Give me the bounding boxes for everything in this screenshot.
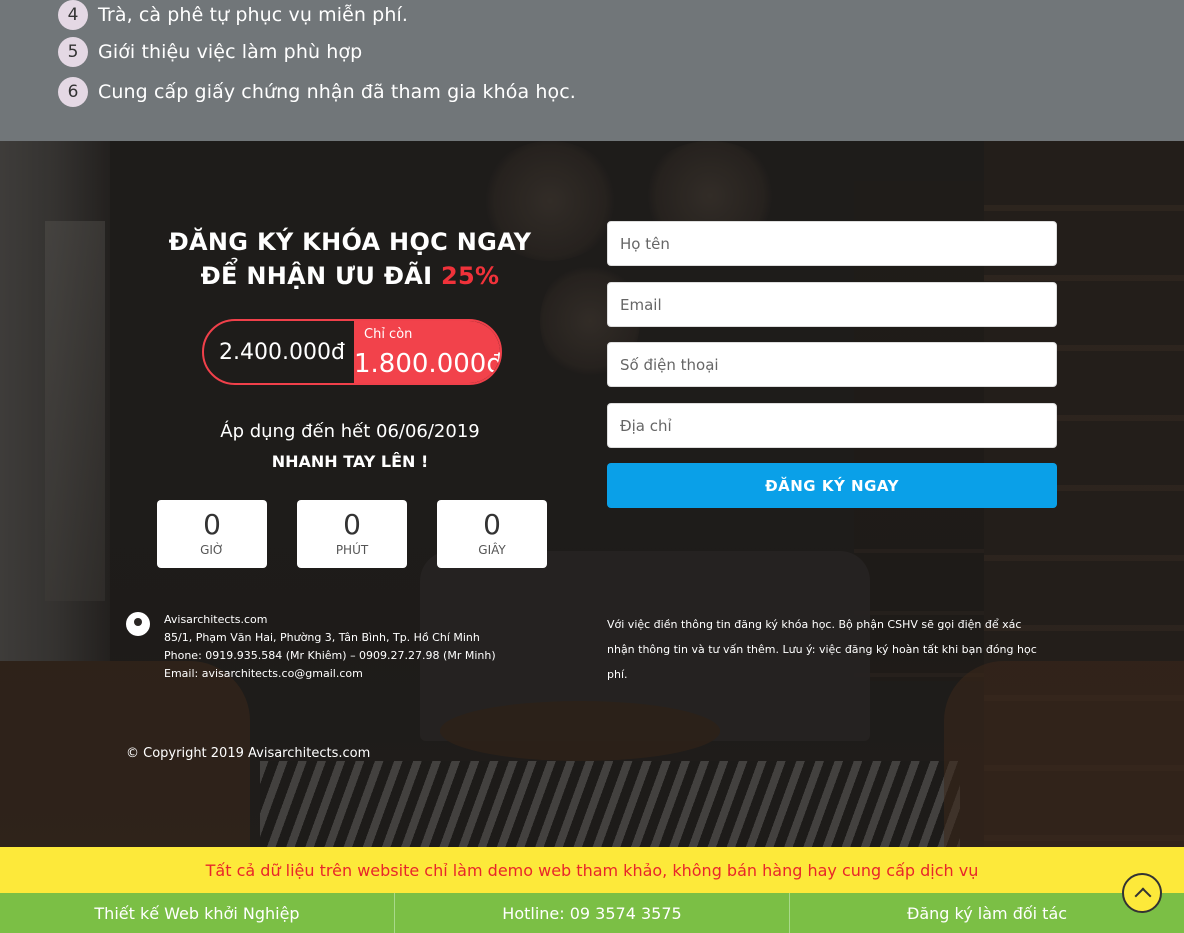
new-price: 1.800.000đ: [354, 349, 502, 379]
location-pin-icon: [126, 612, 150, 636]
benefits-section: 4 Trà, cà phê tự phục vụ miễn phí. 5 Giớ…: [0, 0, 1184, 141]
benefit-text: Trà, cà phê tự phục vụ miễn phí.: [98, 4, 408, 26]
contact-info: Avisarchitects.com 85/1, Phạm Văn Hai, P…: [126, 611, 496, 683]
benefit-text: Giới thiệu việc làm phù hợp: [98, 41, 363, 63]
web-startup-link[interactable]: Thiết kế Web khởi Nghiệp: [0, 893, 395, 933]
promo-headline: ĐĂNG KÝ KHÓA HỌC NGAY ĐỂ NHẬN ƯU ĐÃI 25%: [120, 225, 580, 293]
address-input[interactable]: [607, 403, 1057, 448]
promo-line-2: ĐỂ NHẬN ƯU ĐÃI 25%: [120, 259, 580, 293]
benefit-number: 4: [58, 0, 88, 30]
demo-notice-text: Tất cả dữ liệu trên website chỉ làm demo…: [205, 860, 979, 880]
benefit-item: 5 Giới thiệu việc làm phù hợp: [58, 37, 362, 67]
contact-address: 85/1, Phạm Văn Hai, Phường 3, Tân Bình, …: [164, 631, 480, 644]
promo-line-2-text: ĐỂ NHẬN ƯU ĐÃI: [200, 262, 433, 290]
contact-email: Email: avisarchitects.co@gmail.com: [164, 667, 363, 680]
promo-line-1: ĐĂNG KÝ KHÓA HỌC NGAY: [168, 228, 532, 256]
countdown-unit: PHÚT: [335, 543, 369, 557]
copyright-text: © Copyright 2019 Avisarchitects.com: [126, 746, 371, 761]
new-price-label: Chỉ còn: [364, 327, 413, 342]
discount-percent: 25%: [441, 262, 500, 290]
name-input[interactable]: [607, 221, 1057, 266]
countdown-unit: GIÂY: [478, 543, 506, 557]
old-price: 2.400.000đ: [219, 339, 345, 365]
price-box: 2.400.000đ Chỉ còn 1.800.000đ: [202, 319, 502, 385]
registration-note: Với việc điền thông tin đăng ký khóa học…: [607, 618, 1037, 681]
benefit-text: Cung cấp giấy chứng nhận đã tham gia khó…: [98, 81, 576, 103]
contact-phone: Phone: 0919.935.584 (Mr Khiêm) – 0909.27…: [164, 649, 496, 662]
new-price-box: Chỉ còn 1.800.000đ: [354, 321, 500, 383]
countdown-hours: 0 GIỜ: [157, 500, 267, 568]
phone-input[interactable]: [607, 342, 1057, 387]
register-button[interactable]: ĐĂNG KÝ NGAY: [607, 463, 1057, 508]
countdown-value: 0: [483, 508, 501, 541]
benefit-number: 5: [58, 37, 88, 67]
countdown-value: 0: [203, 508, 221, 541]
email-input[interactable]: [607, 282, 1057, 327]
hotline-link[interactable]: Hotline: 09 3574 3575: [395, 893, 790, 933]
countdown-seconds: 0 GIÂY: [437, 500, 547, 568]
contact-site: Avisarchitects.com: [164, 613, 268, 626]
registration-section: ĐĂNG KÝ KHÓA HỌC NGAY ĐỂ NHẬN ƯU ĐÃI 25%…: [0, 141, 1184, 847]
countdown-minutes: 0 PHÚT: [297, 500, 407, 568]
demo-notice-bar: Tất cả dữ liệu trên website chỉ làm demo…: [0, 847, 1184, 893]
apply-until-text: Áp dụng đến hết 06/06/2019: [220, 421, 480, 442]
benefit-item: 6 Cung cấp giấy chứng nhận đã tham gia k…: [58, 77, 576, 107]
countdown-unit: GIỜ: [200, 543, 224, 557]
benefit-item: 4 Trà, cà phê tự phục vụ miễn phí.: [58, 0, 408, 30]
hurry-text: NHANH TAY LÊN !: [271, 452, 429, 471]
scroll-to-top-icon[interactable]: [1122, 873, 1162, 913]
bottom-action-bar: Thiết kế Web khởi Nghiệp Hotline: 09 357…: [0, 893, 1184, 933]
countdown-value: 0: [343, 508, 361, 541]
contact-lines: Avisarchitects.com 85/1, Phạm Văn Hai, P…: [164, 611, 496, 683]
benefit-number: 6: [58, 77, 88, 107]
